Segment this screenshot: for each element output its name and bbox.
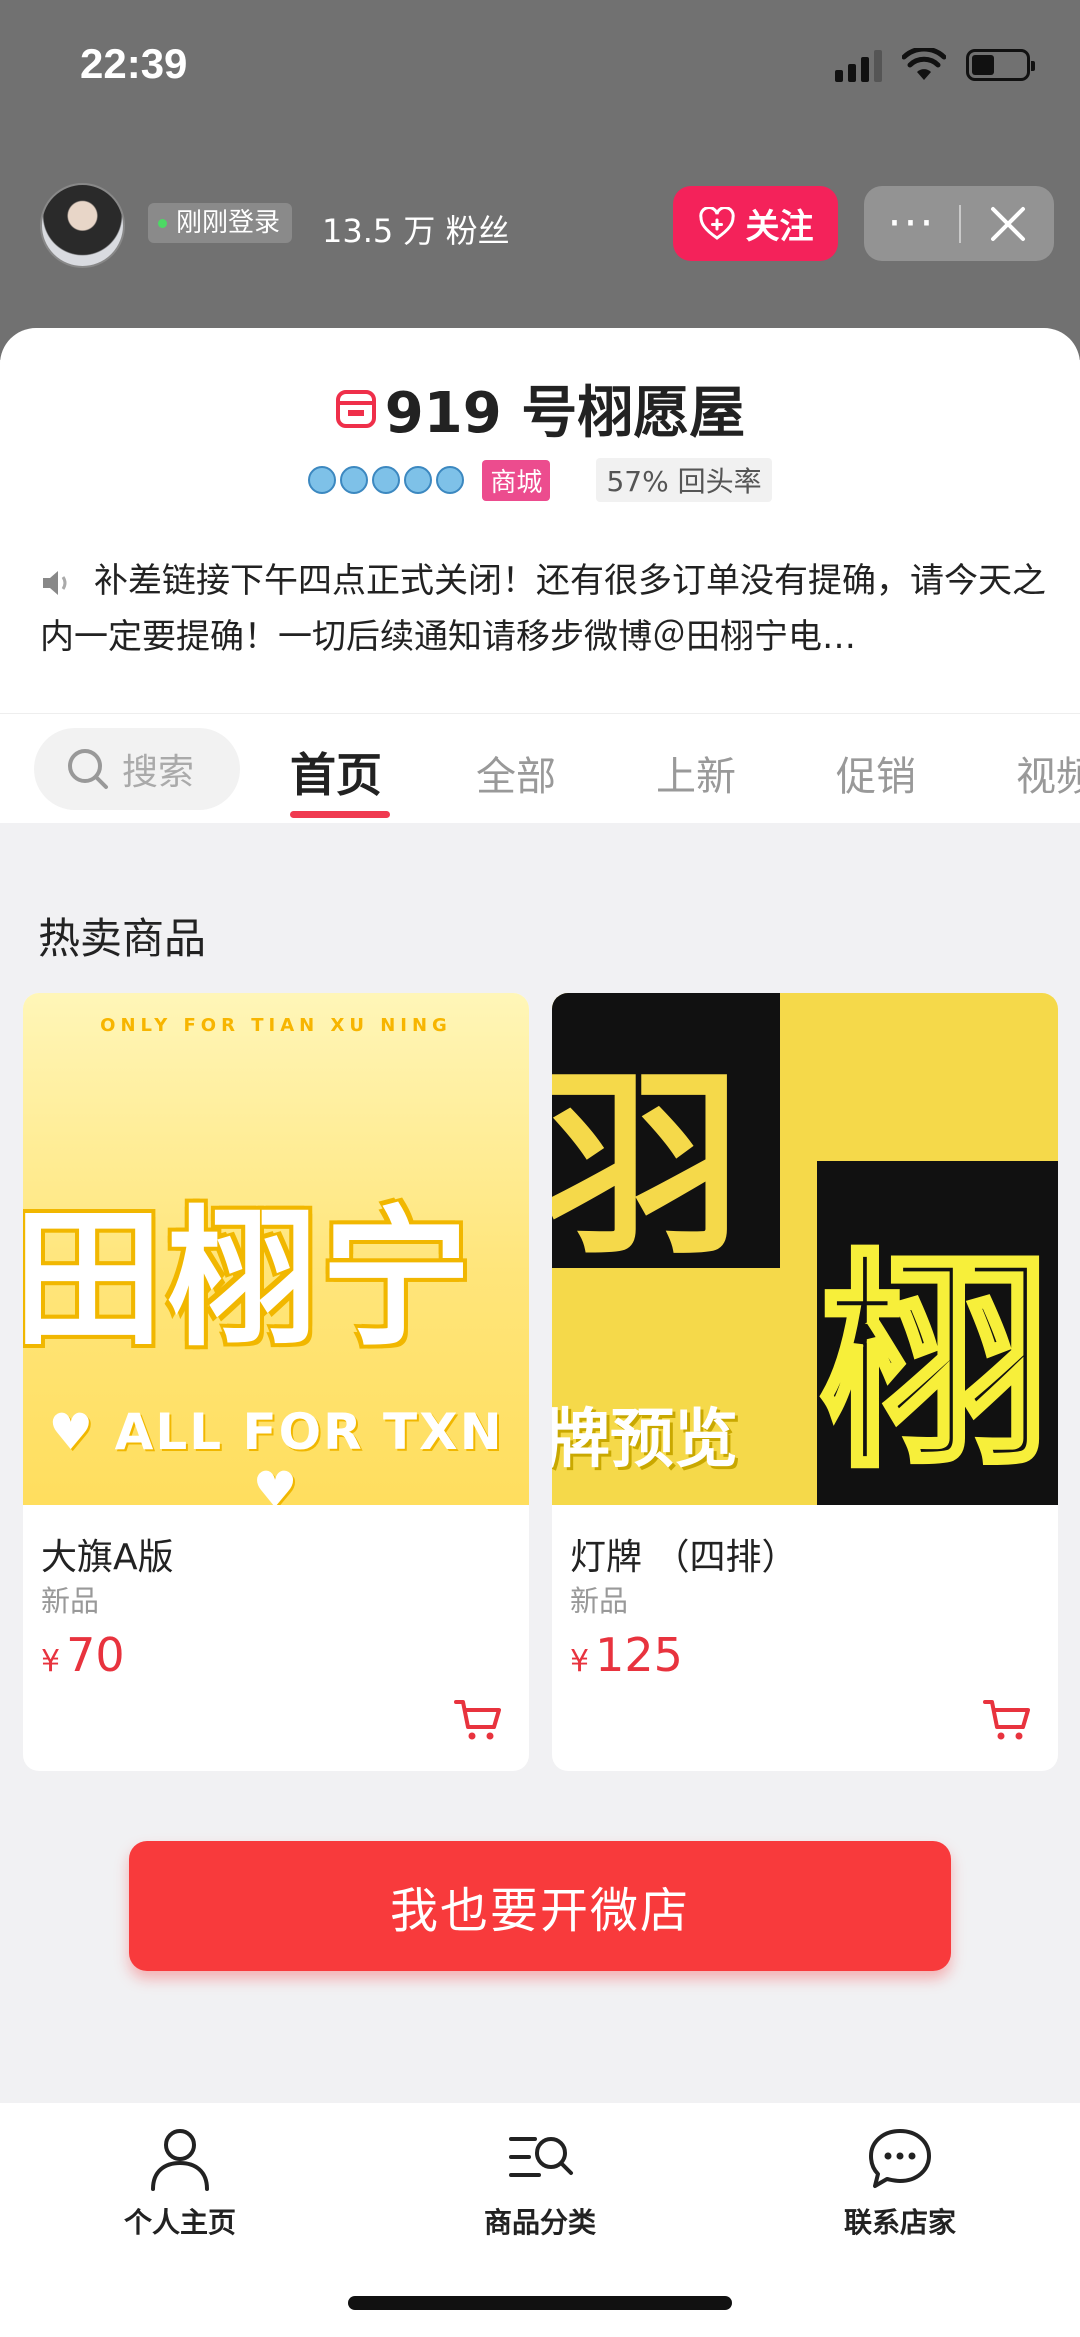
product-name: 灯牌 （四排） <box>570 1537 798 1578</box>
shop-notice[interactable]: 补差链接下午四点正式关闭！还有很多订单没有提确，请今天之内一定要提确！一切后续通… <box>40 553 1050 665</box>
status-bar: 22:39 <box>0 0 1080 140</box>
follow-label: 关注 <box>745 207 814 247</box>
image-glyph: 羽 <box>552 1050 743 1283</box>
person-icon <box>151 2129 209 2191</box>
cart-icon[interactable] <box>982 1697 1032 1743</box>
more-options-button[interactable]: ··· <box>864 201 959 245</box>
product-tag: 新品 <box>570 1584 629 1618</box>
close-button[interactable] <box>961 205 1054 243</box>
fans-count: 13.5 万 粉丝 <box>322 212 510 250</box>
nav-contact-seller[interactable]: 联系店家 <box>780 2123 1020 2241</box>
search-placeholder: 搜索 <box>122 752 195 793</box>
tab-all[interactable]: 全部 <box>476 744 556 802</box>
notice-text: 补差链接下午四点正式关闭！还有很多订单没有提确，请今天之内一定要提确！一切后续通… <box>40 561 1046 657</box>
search-icon <box>68 749 108 789</box>
image-text-bottom: ♥ ALL FOR TXN ♥ <box>48 1403 504 1505</box>
product-image[interactable]: 羽 栩 牌预览 <box>552 993 1058 1505</box>
shop-level-crown-icons <box>308 466 465 494</box>
nav-label: 商品分类 <box>483 2206 596 2239</box>
nav-categories[interactable]: 商品分类 <box>420 2123 660 2241</box>
image-neon-glyph: 栩 <box>817 1230 1052 1502</box>
category-search-icon <box>509 2137 573 2177</box>
image-caption: 牌预览 <box>552 1403 738 1477</box>
mini-program-capsule: ··· <box>864 186 1054 261</box>
mall-tag: 商城 <box>482 459 551 501</box>
nav-label: 个人主页 <box>123 2206 236 2239</box>
image-text-main: 田栩宁 <box>23 1193 476 1367</box>
product-card[interactable]: 羽 栩 牌预览 灯牌 （四排） 新品 ¥125 <box>552 993 1058 1771</box>
store-icon <box>335 389 376 428</box>
status-icons <box>835 48 1035 82</box>
currency-symbol: ¥ <box>570 1644 590 1679</box>
shop-name: 919 号栩愿屋 <box>384 381 746 446</box>
wifi-icon <box>902 48 946 80</box>
price-value: 70 <box>66 1628 125 1682</box>
nav-personal-home[interactable]: 个人主页 <box>60 2123 300 2241</box>
product-price: ¥125 <box>570 1628 683 1682</box>
image-text-top: ONLY FOR TIAN XU NING <box>100 1015 452 1036</box>
status-time: 22:39 <box>80 40 188 87</box>
speaker-icon <box>43 570 67 595</box>
home-indicator <box>348 2296 732 2310</box>
repeat-rate: 57% 回头率 <box>596 458 772 502</box>
shop-tabs: 搜索 首页 全部 上新 促销 视频 <box>0 713 1080 823</box>
product-name: 大旗A版 <box>41 1537 174 1578</box>
currency-symbol: ¥ <box>41 1644 61 1679</box>
tab-home[interactable]: 首页 <box>290 739 382 805</box>
search-button[interactable]: 搜索 <box>34 728 240 810</box>
product-price: ¥70 <box>41 1628 125 1682</box>
cellular-signal-icon <box>835 48 882 82</box>
product-tag: 新品 <box>41 1584 100 1618</box>
tab-new[interactable]: 上新 <box>656 744 736 802</box>
close-icon <box>990 206 1025 241</box>
product-card[interactable]: ONLY FOR TIAN XU NING 田栩宁 ♥ ALL FOR TXN … <box>23 993 529 1771</box>
price-value: 125 <box>595 1628 683 1682</box>
top-header-area: 22:39 刚刚登录 13.5 万 粉丝 关注 ··· <box>0 0 1080 360</box>
login-status-badge: 刚刚登录 <box>148 203 293 243</box>
cart-icon[interactable] <box>453 1697 503 1743</box>
nav-label: 联系店家 <box>843 2206 956 2239</box>
tab-promo[interactable]: 促销 <box>836 744 916 802</box>
heart-plus-icon <box>698 206 735 240</box>
shop-badges: 商城 57% 回头率 <box>0 458 1080 502</box>
active-tab-indicator <box>290 811 390 818</box>
product-image[interactable]: ONLY FOR TIAN XU NING 田栩宁 ♥ ALL FOR TXN … <box>23 993 529 1505</box>
avatar[interactable] <box>40 183 125 268</box>
shop-owner-row: 刚刚登录 13.5 万 粉丝 关注 ··· <box>0 178 1080 268</box>
follow-button[interactable]: 关注 <box>673 186 838 261</box>
open-shop-button[interactable]: 我也要开微店 <box>129 1841 951 1971</box>
hot-products-title: 热卖商品 <box>38 914 207 963</box>
battery-icon <box>966 49 1035 81</box>
shop-title: 919 号栩愿屋 <box>0 368 1080 449</box>
tab-video[interactable]: 视频 <box>1016 744 1080 802</box>
chat-bubble-icon <box>869 2129 931 2188</box>
